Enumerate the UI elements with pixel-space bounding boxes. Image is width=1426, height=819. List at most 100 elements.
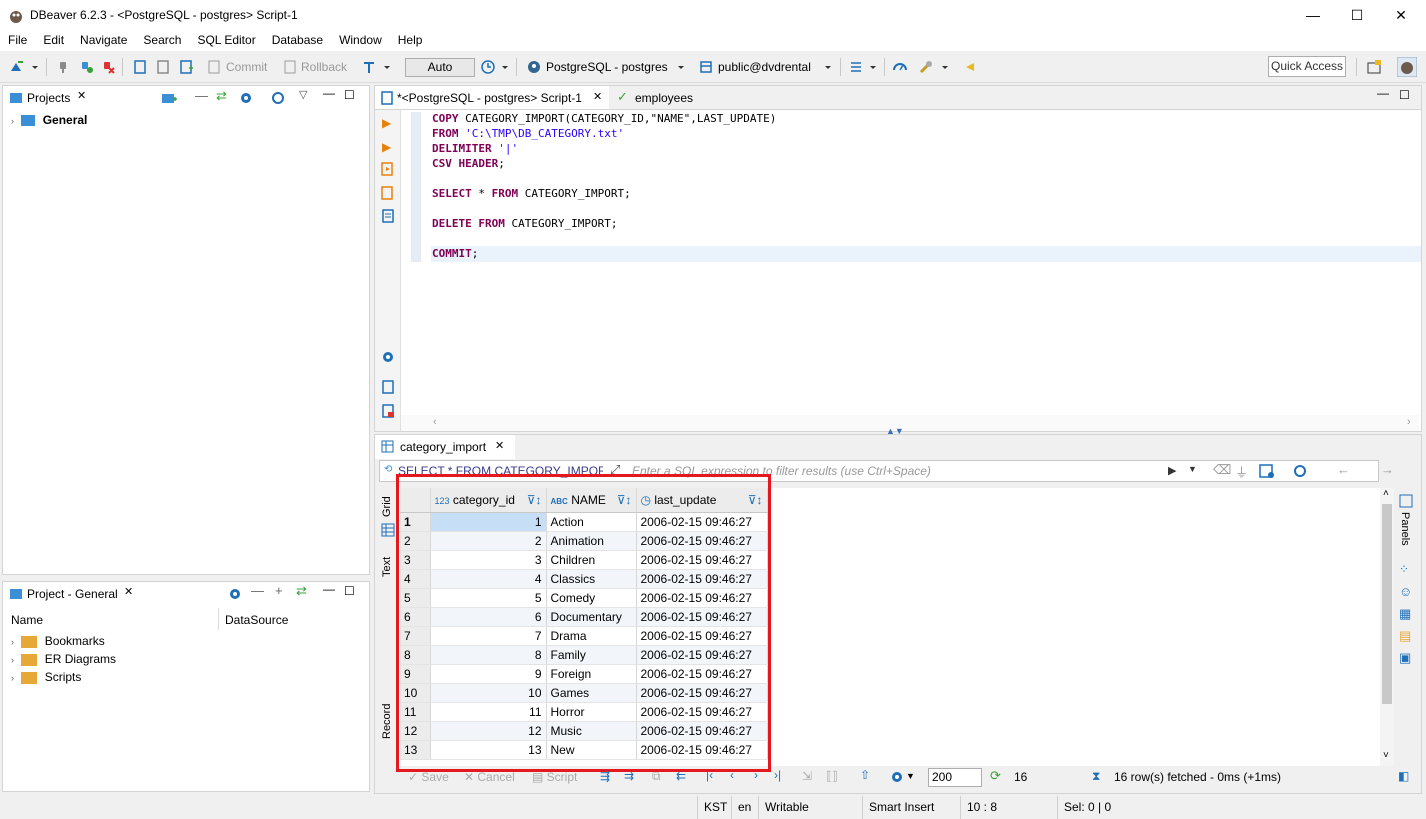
tab-record[interactable]: Record bbox=[381, 704, 393, 739]
value-panel-icon[interactable]: ⁘ bbox=[1399, 562, 1409, 576]
chevron-down-icon[interactable] bbox=[30, 59, 40, 75]
execute-statement-icon[interactable]: ▶ bbox=[382, 116, 391, 130]
link-editor-icon[interactable]: ⇄ bbox=[296, 583, 307, 599]
close-icon[interactable]: ✕ bbox=[77, 89, 86, 102]
tree-item-er-diagrams[interactable]: › ER Diagrams bbox=[11, 650, 116, 668]
export-icon[interactable] bbox=[381, 380, 395, 394]
minimize-button[interactable]: — bbox=[1290, 0, 1336, 31]
project-general-tab-title[interactable]: Project - General bbox=[27, 587, 118, 601]
maximize-button[interactable]: ☐ bbox=[1334, 0, 1380, 31]
first-page-icon[interactable]: |‹ bbox=[706, 768, 713, 782]
gear-icon[interactable] bbox=[239, 91, 253, 105]
last-page-icon[interactable]: ›| bbox=[774, 768, 781, 782]
panels-icon[interactable] bbox=[1399, 494, 1413, 508]
close-icon[interactable]: ✕ bbox=[593, 90, 602, 103]
tree-item-bookmarks[interactable]: › Bookmarks bbox=[11, 632, 105, 650]
tab-grid[interactable]: Grid bbox=[381, 496, 393, 517]
commit-button[interactable]: Commit bbox=[226, 57, 267, 77]
active-schema-selector[interactable]: public@dvdrental bbox=[718, 57, 811, 77]
apply-filter-icon[interactable]: ▶ bbox=[1168, 464, 1176, 477]
minimize-view-icon[interactable]: — bbox=[1377, 86, 1389, 100]
menu-navigate[interactable]: Navigate bbox=[72, 31, 135, 51]
vertical-scrollbar[interactable]: ˄ ˅ bbox=[1380, 488, 1394, 766]
maximize-view-icon[interactable]: ☐ bbox=[344, 584, 355, 598]
new-folder-icon[interactable] bbox=[161, 91, 177, 105]
script-button[interactable]: ▤ Script bbox=[532, 770, 577, 784]
close-icon[interactable]: ✕ bbox=[495, 439, 504, 452]
eraser-icon[interactable]: ⌫ bbox=[1213, 462, 1231, 478]
tree-item-scripts[interactable]: › Scripts bbox=[11, 668, 81, 686]
dashboard-icon[interactable] bbox=[892, 59, 908, 75]
filter-icon[interactable]: ⏚ bbox=[1235, 462, 1248, 481]
chevron-right-icon[interactable]: › bbox=[11, 673, 14, 683]
minimize-view-icon[interactable]: — bbox=[323, 86, 335, 100]
next-page-icon[interactable]: › bbox=[754, 768, 758, 782]
plug-icon[interactable] bbox=[55, 59, 71, 75]
execute-script-icon[interactable] bbox=[381, 162, 395, 176]
gear-icon[interactable] bbox=[228, 587, 242, 601]
menu-window[interactable]: Window bbox=[331, 31, 390, 51]
arrow-right-icon[interactable]: → bbox=[1381, 462, 1394, 477]
chevron-down-icon[interactable]: ▼ bbox=[1188, 464, 1197, 474]
list-icon[interactable] bbox=[848, 59, 864, 75]
collapse-all-icon[interactable]: — bbox=[251, 583, 264, 598]
metadata-icon[interactable]: ▤ bbox=[1399, 628, 1411, 644]
new-connection-icon[interactable] bbox=[8, 59, 24, 75]
menu-sql-editor[interactable]: SQL Editor bbox=[189, 31, 263, 51]
table-settings-icon[interactable] bbox=[1259, 463, 1275, 479]
add-row-icon[interactable]: ⇉ bbox=[624, 769, 634, 783]
expand-all-icon[interactable]: + bbox=[275, 583, 283, 598]
maximize-view-icon[interactable]: ☐ bbox=[1399, 88, 1410, 102]
refresh-icon[interactable]: ⟳ bbox=[990, 768, 1001, 784]
minimize-view-icon[interactable]: — bbox=[323, 582, 335, 596]
perspective-icon[interactable] bbox=[1366, 59, 1382, 75]
arrow-left-icon[interactable]: ← bbox=[1337, 462, 1350, 477]
transaction-mode-icon[interactable] bbox=[362, 59, 378, 75]
menu-database[interactable]: Database bbox=[264, 31, 331, 51]
references-icon[interactable]: ▣ bbox=[1399, 650, 1411, 666]
close-icon[interactable]: ✕ bbox=[124, 585, 133, 598]
chevron-down-icon[interactable]: ▼ bbox=[906, 771, 915, 781]
fetch-next-icon[interactable]: ⇲ bbox=[802, 769, 812, 783]
column-header-datasource[interactable]: DataSource bbox=[225, 613, 288, 627]
edit-row-icon[interactable]: ⇶ bbox=[600, 769, 610, 783]
projects-tab-title[interactable]: Projects bbox=[27, 91, 70, 105]
tab-script-1[interactable]: *<PostgreSQL - postgres> Script-1 ✕ bbox=[375, 86, 609, 110]
column-header-name[interactable]: Name bbox=[11, 613, 43, 627]
auto-commit-button[interactable]: Auto bbox=[405, 58, 475, 77]
sql-editor[interactable]: ▶ ▶ ‹ › bbox=[374, 109, 1422, 432]
chevron-right-icon[interactable]: › bbox=[11, 116, 14, 126]
panels-tab[interactable]: Panels bbox=[1399, 512, 1411, 546]
new-script-icon[interactable] bbox=[178, 59, 194, 75]
close-button[interactable]: ✕ bbox=[1378, 0, 1424, 31]
maximize-view-icon[interactable]: ☐ bbox=[344, 88, 355, 102]
fetch-size-input[interactable]: 200 bbox=[928, 768, 982, 787]
chevron-down-icon[interactable] bbox=[940, 59, 950, 75]
view-menu-icon[interactable]: ▽ bbox=[299, 88, 307, 101]
execute-in-new-tab-icon[interactable]: ▶ bbox=[382, 140, 391, 154]
scrollbar-thumb[interactable] bbox=[1382, 504, 1392, 704]
copy-row-icon[interactable]: ⧉ bbox=[652, 769, 661, 784]
aggregate-icon[interactable]: ☺ bbox=[1399, 584, 1412, 599]
commit-icon[interactable] bbox=[206, 59, 222, 75]
chevron-down-icon[interactable]: ˅ bbox=[1383, 750, 1389, 761]
cancel-button[interactable]: ✕ Cancel bbox=[464, 770, 515, 784]
history-icon[interactable] bbox=[480, 59, 496, 75]
quick-access-input[interactable]: Quick Access bbox=[1268, 56, 1346, 77]
active-connection-selector[interactable]: PostgreSQL - postgres bbox=[546, 57, 668, 77]
gear-icon[interactable] bbox=[890, 770, 904, 784]
dbeaver-perspective-icon[interactable] bbox=[1397, 57, 1417, 77]
load-file-icon[interactable] bbox=[381, 404, 395, 418]
tab-text[interactable]: Text bbox=[381, 557, 393, 577]
fetch-all-icon[interactable]: ⟦⟧ bbox=[826, 769, 838, 783]
rollback-button[interactable]: Rollback bbox=[301, 57, 347, 77]
chevron-right-icon[interactable]: › bbox=[1407, 416, 1411, 428]
pin-icon[interactable] bbox=[962, 59, 978, 75]
delete-row-icon[interactable]: ⇇ bbox=[676, 769, 686, 783]
gear-icon[interactable] bbox=[381, 350, 395, 364]
panel-toggle-icon[interactable]: ◧ bbox=[1398, 769, 1409, 783]
tab-category-import[interactable]: category_import ✕ bbox=[375, 435, 515, 459]
grid-icon[interactable] bbox=[381, 523, 395, 537]
save-button[interactable]: ✓ Save bbox=[408, 770, 449, 784]
chevron-down-icon[interactable] bbox=[868, 59, 878, 75]
